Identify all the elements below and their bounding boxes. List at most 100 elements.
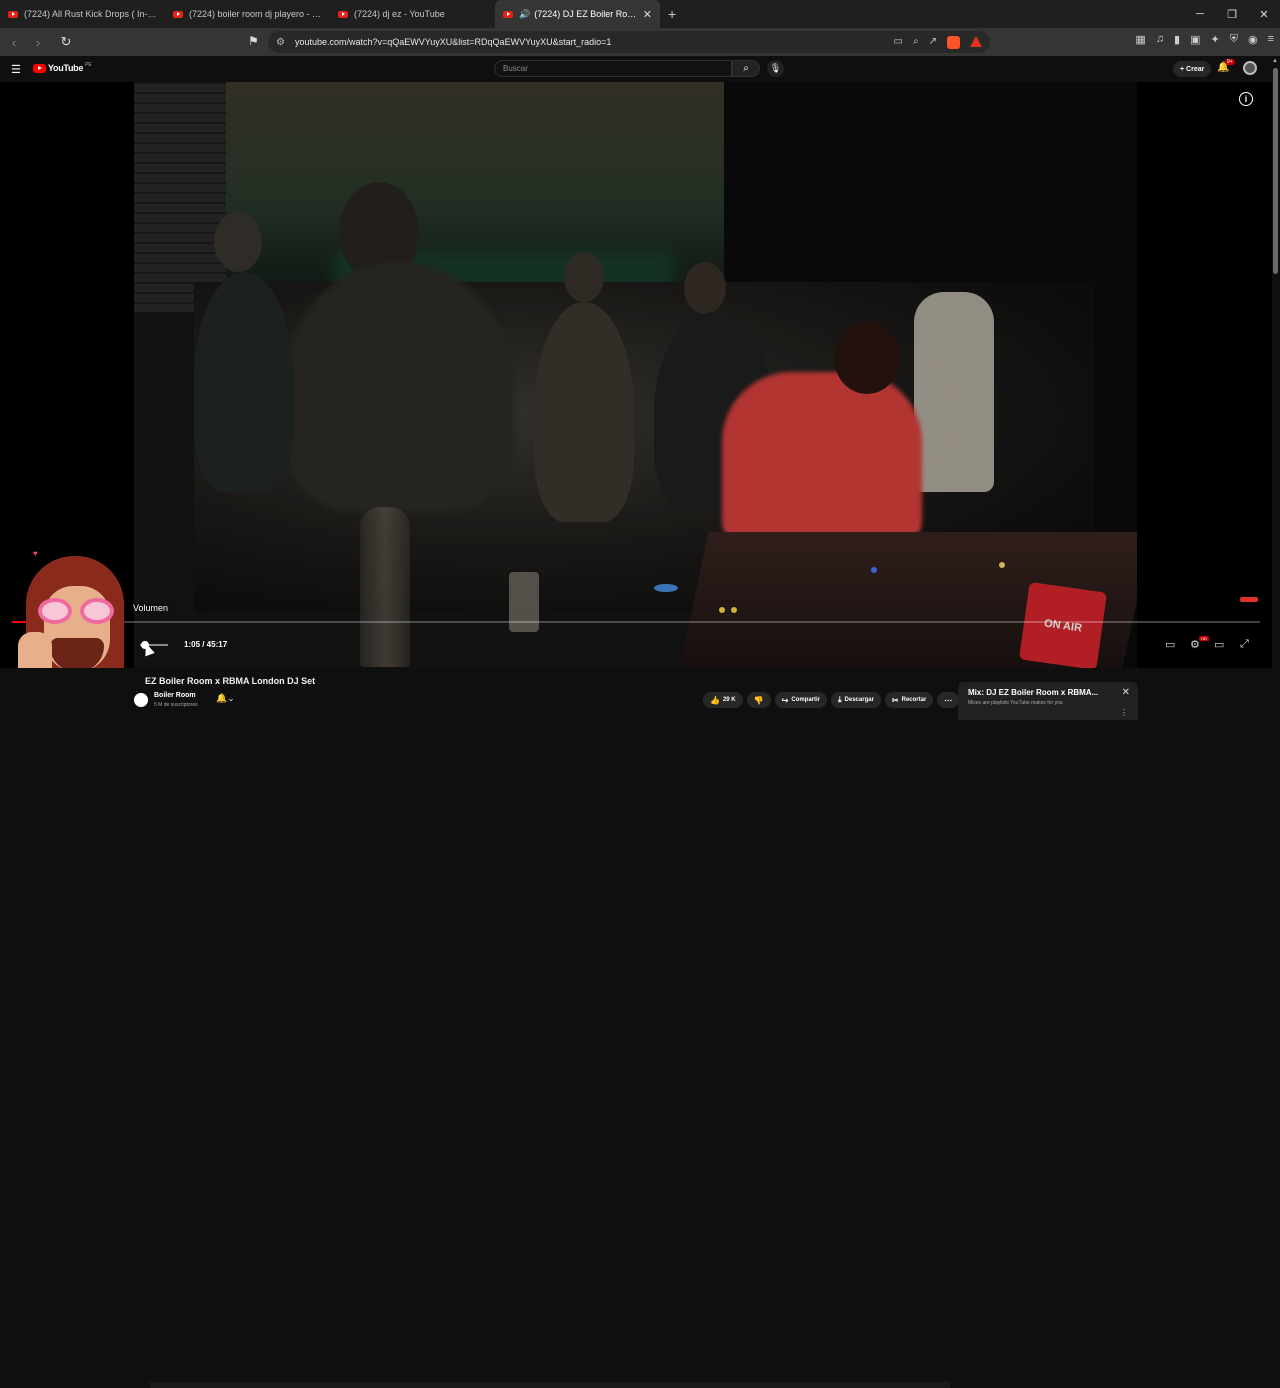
channel-name[interactable]: Boiler Room — [154, 692, 196, 699]
avatar-glasses — [38, 598, 116, 624]
zoom-icon[interactable]: ⌕ — [913, 36, 919, 49]
share-button[interactable]: ↪ Compartir — [774, 692, 827, 708]
tab-title: (7224) DJ EZ Boiler Room x R — [534, 9, 639, 19]
forward-icon[interactable]: › — [28, 32, 48, 52]
scroll-up-arrow-icon[interactable]: ▲ — [1272, 58, 1278, 64]
wallet-icon[interactable]: ▣ — [1190, 33, 1200, 46]
fullscreen-icon[interactable]: ⤢ — [1240, 638, 1249, 651]
vpn-icon[interactable]: ⛨ — [1230, 33, 1238, 46]
microphone-icon: 🎙 — [769, 63, 782, 73]
speaker-icon[interactable]: 🔊 — [519, 9, 530, 20]
share-icon: ↪ — [781, 695, 789, 705]
youtube-favicon-icon — [173, 10, 183, 18]
youtube-favicon-icon — [503, 10, 513, 18]
thumbs-up-icon: 👍 — [710, 695, 720, 705]
side-panel-icon[interactable]: ▮ — [1174, 33, 1180, 46]
video-player[interactable]: ON AIR i Volumen 1:05 / 45:17 ▭ ⚙ HD ▭ ⤢ — [0, 82, 1272, 668]
youtube-wordmark: YouTube — [48, 63, 84, 73]
browser-tab-strip: (7224) All Rust Kick Drops ( In-Game (72… — [0, 0, 1280, 28]
glasses-lens — [80, 598, 114, 624]
thumbs-down-icon: 👎 — [753, 695, 764, 705]
search-input[interactable]: Buscar — [494, 60, 732, 77]
mix-playlist-card[interactable]: Mix: DJ EZ Boiler Room x RBMA... Mixes a… — [958, 682, 1138, 720]
share-icon[interactable]: ↗ — [929, 36, 937, 49]
video-frame[interactable]: ON AIR — [134, 82, 1137, 668]
clip-button[interactable]: ✂ Recortar — [884, 692, 934, 708]
leo-icon[interactable]: ◉ — [1248, 33, 1258, 46]
hamburger-menu-icon[interactable]: ☰ — [11, 63, 21, 76]
tab-title: (7224) All Rust Kick Drops ( In-Game — [24, 9, 157, 19]
browser-tab[interactable]: (7224) boiler room dj playero - YouTu — [165, 0, 330, 28]
close-icon[interactable]: ✕ — [1248, 0, 1280, 28]
omnibox-icons: ▭ ⌕ ↗ — [894, 35, 982, 49]
player-controls: 1:05 / 45:17 ▭ ⚙ HD ▭ ⤢ — [0, 630, 1272, 660]
sidebar-toggle-icon[interactable]: ▦ — [1135, 33, 1145, 46]
extension-icons: ▦ ♫ ▮ ▣ ✦ ⛨ ◉ ≡ — [1135, 33, 1274, 46]
region-code: PE — [85, 62, 92, 68]
tab-title: (7224) boiler room dj playero - YouTu — [189, 9, 322, 19]
notification-count-badge: 9+ — [1225, 59, 1235, 65]
youtube-play-icon — [33, 63, 46, 73]
site-settings-icon[interactable]: ⚙ — [276, 37, 285, 48]
volume-tooltip: Volumen — [133, 603, 169, 613]
youtube-favicon-icon — [8, 10, 18, 18]
more-actions-button[interactable]: ⋯ — [937, 692, 960, 708]
channel-avatar[interactable] — [134, 693, 148, 707]
progress-bar[interactable] — [12, 621, 1260, 623]
bookmark-icon[interactable]: ⚑ — [248, 34, 259, 48]
address-bar[interactable]: ⚙ youtube.com/watch?v=qQaEWVYuyXU&list=R… — [268, 31, 990, 53]
create-label: Crear — [1186, 65, 1205, 73]
info-icon[interactable]: i — [1239, 92, 1253, 106]
download-icon: ⤓ — [838, 695, 842, 704]
browser-tab[interactable]: (7224) All Rust Kick Drops ( In-Game — [0, 0, 165, 28]
mix-subtitle: Mixes are playlists YouTube makes for yo… — [968, 700, 1063, 706]
dislike-button[interactable]: 👎 — [746, 692, 771, 708]
video-actions: 👍 29 K 👎 ↪ Compartir ⤓ Descargar ✂ Recortar … — [703, 692, 960, 708]
download-label: Descargar — [844, 697, 874, 703]
menu-icon[interactable]: ≡ — [1268, 33, 1274, 46]
subscription-bell-icon[interactable]: 🔔⌄ — [216, 693, 235, 704]
live-red-tag — [1240, 597, 1258, 602]
search-button[interactable]: ⌕ — [732, 60, 760, 77]
scissors-icon: ✂ — [891, 695, 899, 705]
browser-tab-active[interactable]: 🔊 (7224) DJ EZ Boiler Room x R ✕ — [495, 0, 660, 28]
more-horizontal-icon: ⋯ — [944, 695, 953, 705]
subscriber-count: 5 M de suscriptores — [154, 702, 198, 708]
theater-mode-icon[interactable]: ▭ — [1214, 638, 1224, 651]
url-text: youtube.com/watch?v=qQaEWVYuyXU&list=RDq… — [294, 37, 612, 47]
youtube-header: ☰ YouTube PE Buscar ⌕ 🎙 + Crear 🔔 9+ — [0, 56, 1280, 82]
reload-icon[interactable]: ↻ — [56, 32, 76, 52]
like-count: 29 K — [722, 697, 736, 703]
video-title: EZ Boiler Room x RBMA London DJ Set — [145, 676, 316, 686]
brave-rewards-icon[interactable] — [970, 35, 982, 47]
hd-badge: HD — [1199, 636, 1209, 641]
glasses-lens — [38, 598, 72, 624]
music-icon[interactable]: ♫ — [1156, 33, 1164, 46]
back-icon[interactable]: ‹ — [4, 32, 24, 52]
voice-search-button[interactable]: 🎙 — [767, 60, 784, 77]
like-button[interactable]: 👍 29 K — [703, 692, 743, 708]
mix-title: Mix: DJ EZ Boiler Room x RBMA... — [968, 688, 1099, 697]
tab-close-icon[interactable]: ✕ — [643, 8, 652, 21]
user-avatar[interactable] — [1243, 61, 1257, 75]
tab-title: (7224) dj ez - YouTube — [354, 9, 445, 19]
cast-icon[interactable]: ▭ — [894, 36, 903, 49]
brave-shields-icon[interactable] — [947, 35, 960, 49]
mix-close-icon[interactable]: ✕ — [1122, 687, 1130, 698]
window-controls: ─ ❐ ✕ — [1184, 0, 1280, 28]
download-button[interactable]: ⤓ Descargar — [831, 692, 881, 708]
scrollbar-thumb[interactable] — [1273, 68, 1278, 274]
browser-tab[interactable]: (7224) dj ez - YouTube — [330, 0, 495, 28]
create-button[interactable]: + Crear — [1173, 61, 1212, 77]
new-tab-icon[interactable]: + — [668, 6, 676, 22]
subtitles-icon[interactable]: ▭ — [1165, 638, 1175, 651]
mix-more-icon[interactable]: ⋮ — [1120, 708, 1128, 717]
youtube-logo[interactable]: YouTube PE — [33, 62, 92, 73]
browser-toolbar: ‹ › ↻ ⚑ ⚙ youtube.com/watch?v=qQaEWVYuyX… — [0, 28, 1280, 56]
extensions-icon[interactable]: ✦ — [1211, 33, 1220, 46]
minimize-icon[interactable]: ─ — [1184, 0, 1216, 28]
comments-divider — [150, 1382, 950, 1388]
clip-label: Recortar — [901, 697, 927, 703]
restore-icon[interactable]: ❐ — [1216, 0, 1248, 28]
search-icon: ⌕ — [743, 63, 749, 74]
